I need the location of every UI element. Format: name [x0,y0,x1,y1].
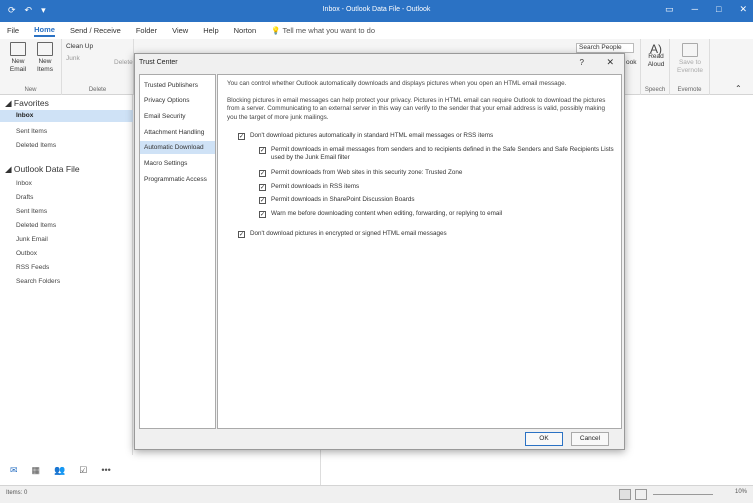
item-count: Items: 0 [6,490,28,496]
warn-before-download-checkbox[interactable]: ✓ Warn me before downloading content whe… [259,210,614,218]
ribbon-group-evernote: Save to Evernote Evernote [670,39,710,95]
tell-me-search[interactable]: 💡 Tell me what you want to do [271,26,375,35]
tab-folder[interactable]: Folder [136,26,157,35]
checkmark-icon: ✓ [238,230,245,238]
checkmark-icon: ✓ [238,132,245,140]
permit-trusted-zone-checkbox[interactable]: ✓ Permit downloads from Web sites in thi… [259,169,614,177]
restore-icon[interactable]: ▭ [665,4,674,15]
ribbon-group-delete: Clean Up Junk Delete Delete [62,39,134,95]
close-icon[interactable]: ✕ [739,4,747,15]
evernote-icon [682,43,698,57]
close-icon[interactable]: ✕ [606,57,614,68]
save-to-evernote-button[interactable]: Save to Evernote [674,43,706,75]
tasks-icon[interactable]: ☑ [79,465,87,476]
dialog-title: Trust Center [139,59,178,66]
new-items-icon [37,42,53,56]
mail-icon[interactable]: ✉ [10,465,18,476]
tab-file[interactable]: File [7,26,19,35]
folder-search-folders[interactable]: Search Folders [16,278,60,285]
window-title: Inbox - Outlook Data File - Outlook [322,6,431,13]
envelope-icon [10,42,26,56]
fav-deleted-items[interactable]: Deleted Items [16,142,56,149]
folder-outbox[interactable]: Outbox [16,250,37,257]
normal-view-icon[interactable] [619,489,631,500]
minimize-icon[interactable]: ─ [692,4,698,15]
window-titlebar: ⟳ ↶ ▾ Inbox - Outlook Data File - Outloo… [0,0,753,22]
people-icon[interactable]: 👥 [54,465,65,476]
checkmark-icon: ✓ [259,210,266,218]
address-book-label: ook [626,59,637,66]
reading-view-icon[interactable] [635,489,647,500]
sidebar-item-macro-settings[interactable]: Macro Settings [140,157,215,170]
zoom-slider[interactable] [653,494,713,495]
pane-divider [320,450,321,485]
automatic-download-panel: You can control whether Outlook automati… [217,74,622,429]
help-icon[interactable]: ? [580,58,584,67]
group-caption-delete: Delete [88,87,107,93]
clean-up-button[interactable]: Clean Up [66,43,93,51]
group-caption-speech: Speech [644,87,666,93]
checkmark-icon: ✓ [259,146,266,154]
sidebar-item-trusted-publishers[interactable]: Trusted Publishers [140,79,215,92]
search-people-input[interactable]: Search People [576,43,634,53]
tab-home[interactable]: Home [34,25,55,37]
checkmark-icon: ✓ [259,183,266,191]
sidebar-item-programmatic-access[interactable]: Programmatic Access [140,173,215,186]
tab-norton[interactable]: Norton [234,26,257,35]
status-bar: Items: 0 10% [0,485,753,503]
calendar-icon[interactable]: ▦ [32,465,41,476]
collapse-ribbon-icon[interactable]: ⌃ [735,85,742,93]
speaker-icon: A) [650,42,662,56]
module-switcher: ✉ ▦ 👥 ☑ ••• [0,457,133,483]
lightbulb-icon: 💡 [271,26,281,35]
tell-me-label: Tell me what you want to do [282,26,376,35]
read-aloud-button[interactable]: A) Read Aloud [643,42,669,69]
tab-help[interactable]: Help [203,26,218,35]
junk-button[interactable]: Junk [66,55,80,63]
dont-download-checkbox[interactable]: ✓ Don't download pictures automatically … [238,132,618,140]
explanation-text: Blocking pictures in email messages can … [227,97,606,121]
window-controls: ▭ ─ □ ✕ [665,4,747,15]
fav-sent-items[interactable]: Sent Items [16,128,47,135]
ribbon-group-new: New Email New Items New [0,39,62,95]
checkmark-icon: ✓ [259,196,266,204]
cancel-button[interactable]: Cancel [571,432,609,446]
permit-sharepoint-checkbox[interactable]: ✓ Permit downloads in SharePoint Discuss… [259,196,614,204]
tab-view[interactable]: View [172,26,188,35]
new-email-button[interactable]: New Email [6,42,30,74]
folder-sent-items[interactable]: Sent Items [16,208,47,215]
folder-rss-feeds[interactable]: RSS Feeds [16,264,49,271]
folder-pane: ◢ Favorites Inbox Sent Items Deleted Ite… [0,95,133,455]
more-modules-button[interactable]: ••• [101,465,110,475]
zoom-level: 10% [734,489,747,495]
data-file-header[interactable]: ◢ Outlook Data File [5,164,80,175]
dont-download-encrypted-checkbox[interactable]: ✓ Don't download pictures in encrypted o… [238,230,618,238]
sidebar-item-attachment-handling[interactable]: Attachment Handling [140,126,215,139]
permit-rss-checkbox[interactable]: ✓ Permit downloads in RSS items [259,183,614,191]
sidebar-item-email-security[interactable]: Email Security [140,110,215,123]
sidebar-item-automatic-download[interactable]: Automatic Download [140,141,215,154]
checkmark-icon: ✓ [259,169,266,177]
intro-text: You can control whether Outlook automati… [227,80,567,87]
trust-center-dialog: Trust Center ? ✕ Trusted Publishers Priv… [134,53,625,450]
delete-button[interactable]: Delete [114,59,133,67]
folder-deleted-items[interactable]: Deleted Items [16,222,56,229]
ok-button[interactable]: OK [525,432,563,446]
ribbon-group-speech: A) Read Aloud Speech [640,39,670,95]
sidebar-item-privacy-options[interactable]: Privacy Options [140,94,215,107]
folder-junk-email[interactable]: Junk Email [16,236,48,243]
ribbon-tabs: File Home Send / Receive Folder View Hel… [0,22,753,39]
new-items-button[interactable]: New Items [32,42,58,74]
folder-inbox[interactable]: Inbox [16,180,32,187]
group-caption-evernote: Evernote [677,87,702,93]
favorites-header[interactable]: ◢ Favorites [5,98,49,109]
fav-inbox[interactable]: Inbox [0,110,133,122]
trust-center-sidebar: Trusted Publishers Privacy Options Email… [139,74,216,429]
tab-send-receive[interactable]: Send / Receive [70,26,121,35]
folder-drafts[interactable]: Drafts [16,194,33,201]
group-caption-new: New [24,87,37,93]
maximize-icon[interactable]: □ [716,4,721,15]
permit-safe-senders-checkbox[interactable]: ✓ Permit downloads in email messages fro… [259,146,614,163]
